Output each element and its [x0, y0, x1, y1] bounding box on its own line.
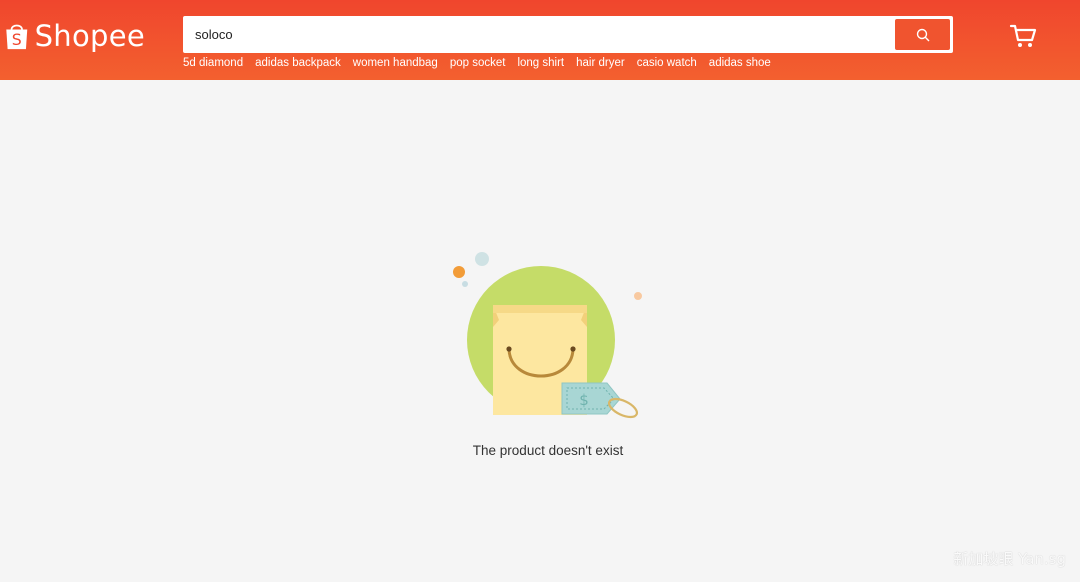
svg-text:$: $ [579, 391, 589, 409]
search-input[interactable] [186, 19, 895, 50]
svg-text:S: S [12, 30, 22, 49]
shopee-logo[interactable]: S Shopee [5, 14, 145, 58]
shopee-bag-logo-icon: S [6, 24, 28, 49]
empty-state-message: The product doesn't exist [472, 443, 624, 458]
price-tag-icon: $ [561, 382, 639, 419]
search-bar [183, 16, 953, 53]
suggestion-link[interactable]: casio watch [637, 57, 697, 69]
shopping-cart-icon [1009, 24, 1037, 47]
suggestion-link[interactable]: women handbag [353, 57, 438, 69]
cart-button[interactable] [1008, 20, 1038, 50]
decor-dot [475, 252, 489, 266]
search-suggestions: 5d diamond adidas backpack women handbag… [183, 57, 771, 69]
decor-dot [634, 292, 642, 300]
search-button[interactable] [895, 19, 950, 50]
search-icon [916, 28, 929, 41]
suggestion-link[interactable]: adidas shoe [709, 57, 771, 69]
suggestion-link[interactable]: hair dryer [576, 57, 625, 69]
suggestion-link[interactable]: 5d diamond [183, 57, 243, 69]
decor-dot [462, 281, 468, 287]
decor-dot [453, 266, 465, 278]
logo-text: Shopee [34, 19, 145, 53]
empty-product-illustration: $ [453, 252, 642, 419]
site-header: S Shopee 5d diamond adidas backpack wome… [0, 0, 1080, 80]
watermark: 新加坡眼 Yan.sg [953, 550, 1066, 568]
suggestion-link[interactable]: pop socket [450, 57, 506, 69]
suggestion-link[interactable]: adidas backpack [255, 57, 341, 69]
suggestion-link[interactable]: long shirt [517, 57, 564, 69]
